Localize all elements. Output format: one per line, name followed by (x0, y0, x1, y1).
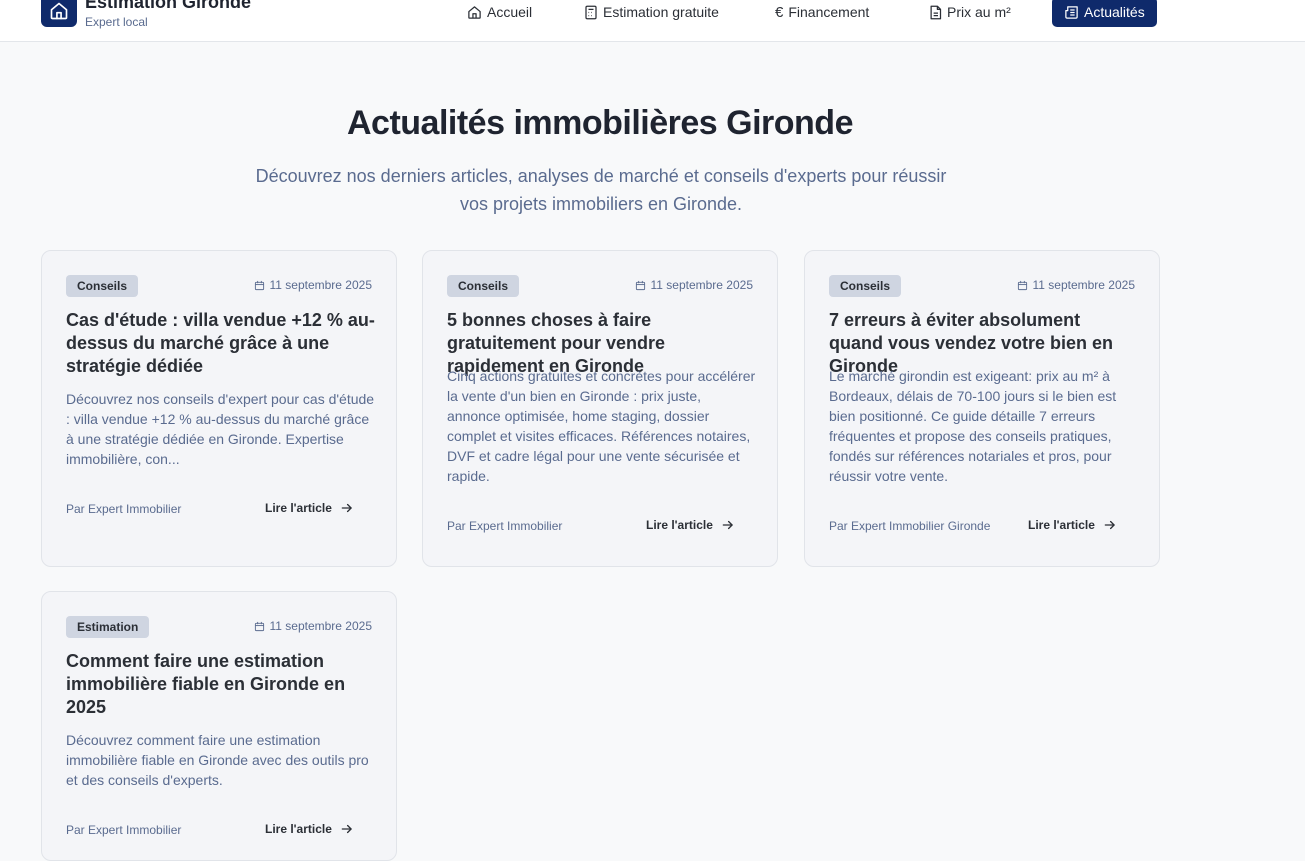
article-author: Par Expert Immobilier Gironde (829, 519, 991, 533)
read-article-link[interactable]: Lire l'article (1028, 518, 1117, 532)
read-article-label: Lire l'article (646, 518, 713, 532)
article-author: Par Expert Immobilier (447, 519, 563, 533)
brand-subtitle: Expert local (85, 15, 148, 29)
date-text: 11 septembre 2025 (650, 278, 753, 292)
calendar-icon (636, 280, 646, 290)
calendar-icon (1018, 280, 1028, 290)
calculator-icon (585, 5, 597, 19)
home-icon (468, 5, 481, 19)
nav-item-accueil[interactable]: Accueil (467, 0, 532, 27)
category-badge: Conseils (829, 275, 902, 297)
arrow-right-icon (341, 503, 352, 513)
read-article-label: Lire l'article (1028, 518, 1095, 532)
category-badge: Conseils (447, 275, 520, 297)
euro-icon: € (775, 3, 784, 21)
article-card[interactable]: Estimation 11 septembre 2025 Comment fai… (41, 591, 397, 861)
article-date: 11 septembre 2025 (254, 278, 372, 292)
article-title[interactable]: Comment faire une estimation immobilière… (66, 650, 376, 719)
nav-item-prix-m2[interactable]: Prix au m² (929, 0, 1011, 27)
read-article-label: Lire l'article (265, 822, 332, 836)
article-card[interactable]: Conseils 11 septembre 2025 Cas d'étude :… (41, 250, 397, 567)
date-text: 11 septembre 2025 (269, 278, 372, 292)
article-excerpt: Le marché girondin est exigeant: prix au… (829, 368, 1117, 484)
nav-label: Prix au m² (947, 4, 1011, 20)
nav-label: Financement (788, 4, 870, 20)
calendar-icon (255, 280, 265, 290)
category-badge: Estimation (66, 616, 150, 638)
calendar-icon (255, 621, 265, 631)
home-icon[interactable] (41, 0, 77, 27)
nav-label: Actualités (1084, 4, 1145, 20)
nav-item-financement[interactable]: € Financement (775, 0, 869, 27)
nav-label: Estimation gratuite (603, 4, 719, 20)
arrow-right-icon (341, 824, 352, 834)
article-author: Par Expert Immobilier (66, 502, 182, 516)
date-text: 11 septembre 2025 (269, 619, 372, 633)
page-intro: Découvrez nos derniers articles, analyse… (255, 166, 947, 214)
arrow-right-icon (1104, 520, 1115, 530)
arrow-right-icon (722, 520, 733, 530)
nav-item-estimation[interactable]: Estimation gratuite (584, 0, 719, 27)
read-article-link[interactable]: Lire l'article (265, 822, 354, 836)
category-badge: Conseils (66, 275, 139, 297)
article-excerpt: Découvrez comment faire une estimation i… (66, 732, 369, 788)
brand-title[interactable]: Estimation Gironde (85, 0, 251, 13)
article-excerpt: Découvrez nos conseils d'expert pour cas… (66, 391, 375, 467)
page-title: Actualités immobilières Gironde (347, 104, 853, 142)
article-date: 11 septembre 2025 (1017, 278, 1135, 292)
article-date: 11 septembre 2025 (635, 278, 753, 292)
read-article-link[interactable]: Lire l'article (646, 518, 735, 532)
article-author: Par Expert Immobilier (66, 823, 182, 837)
article-card[interactable]: Conseils 11 septembre 2025 7 erreurs à é… (804, 250, 1160, 567)
article-title[interactable]: Cas d'étude : villa vendue +12 % au-dess… (66, 309, 376, 378)
nav-label: Accueil (487, 4, 533, 20)
document-icon (930, 5, 942, 19)
date-text: 11 septembre 2025 (1032, 278, 1135, 292)
top-navbar: Estimation Gironde Expert local Accueil … (0, 0, 1305, 42)
article-excerpt: Cinq actions gratuites et concrètes pour… (447, 368, 756, 484)
newspaper-icon (1065, 5, 1078, 19)
read-article-link[interactable]: Lire l'article (265, 501, 354, 515)
article-date: 11 septembre 2025 (254, 619, 372, 633)
nav-item-actualites[interactable]: Actualités (1052, 0, 1157, 27)
read-article-label: Lire l'article (265, 501, 332, 515)
article-card[interactable]: Conseils 11 septembre 2025 5 bonnes chos… (422, 250, 778, 567)
